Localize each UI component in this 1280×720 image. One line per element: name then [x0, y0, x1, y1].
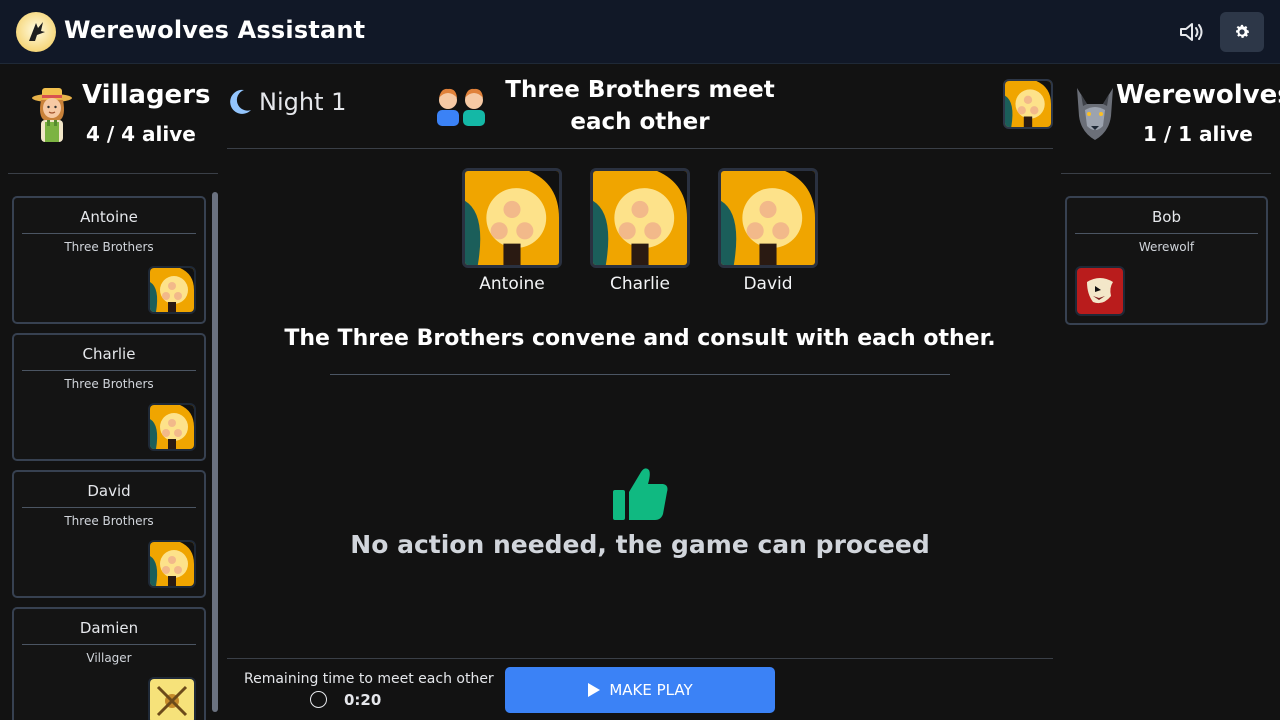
werewolves-header: Werewolves 1 / 1 alive: [1061, 64, 1280, 174]
werewolves-title: Werewolves: [1116, 80, 1280, 110]
three-brothers-role-icon: [148, 540, 196, 588]
player-card[interactable]: Charlie Three Brothers: [12, 333, 206, 461]
app-header: Werewolves Assistant: [0, 0, 1280, 64]
player-role: Three Brothers: [64, 377, 154, 391]
brother-card: David: [718, 168, 818, 294]
phase-bar: Night 1 Three Brothers meet each other: [227, 64, 1053, 149]
brother-name: David: [743, 274, 793, 294]
villager-role-icon: [148, 677, 196, 720]
moon-icon: [230, 89, 251, 114]
player-role: Villager: [86, 651, 132, 665]
three-brothers-role-icon: [148, 403, 196, 451]
villagers-header: Villagers 4 / 4 alive: [8, 64, 218, 174]
brothers-icon: [437, 88, 485, 126]
settings-button[interactable]: [1220, 12, 1264, 52]
player-name: Charlie: [22, 345, 196, 371]
phase-description: The Three Brothers convene and consult w…: [284, 326, 996, 351]
app-title: Werewolves Assistant: [64, 16, 366, 44]
gear-icon: [1236, 24, 1250, 38]
player-card[interactable]: Antoine Three Brothers: [12, 196, 206, 324]
three-brothers-portrait-icon: [718, 168, 818, 268]
villager-player-list[interactable]: Antoine Three Brothers Charlie Three Bro…: [12, 196, 208, 720]
player-card[interactable]: David Three Brothers: [12, 470, 206, 598]
player-list-scrollbar[interactable]: [212, 192, 218, 712]
player-name: Antoine: [22, 208, 196, 234]
player-role: Three Brothers: [64, 240, 154, 254]
brother-card: Charlie: [590, 168, 690, 294]
app-logo: [16, 12, 56, 52]
three-brothers-role-icon: [148, 266, 196, 314]
werewolf-avatar-icon: [1077, 88, 1113, 140]
three-brothers-phase-icon: [1003, 79, 1053, 129]
night-indicator: Night 1: [227, 88, 346, 116]
play-icon: [588, 683, 601, 697]
player-card[interactable]: Damien Villager: [12, 607, 206, 720]
phase-title: Three Brothers meet each other: [505, 77, 775, 135]
brother-name: Antoine: [479, 274, 545, 294]
timer-label: Remaining time to meet each other: [244, 671, 494, 687]
speaker-icon[interactable]: [1174, 14, 1210, 50]
timer-icon: [310, 691, 327, 708]
three-brothers-portrait-icon: [462, 168, 562, 268]
brothers-group: Antoine Charlie David: [462, 168, 818, 296]
timer-value: 0:20: [344, 691, 382, 709]
player-card[interactable]: Bob Werewolf: [1065, 196, 1268, 325]
thumbs-up-icon: [613, 468, 668, 520]
night-label: Night 1: [259, 88, 347, 116]
action-bar: Remaining time to meet each other 0:20 M…: [227, 658, 1053, 720]
make-play-button[interactable]: MAKE PLAY: [505, 667, 775, 713]
werewolves-panel: Werewolves 1 / 1 alive Bob Werewolf: [1053, 64, 1280, 720]
divider: [330, 374, 950, 375]
villager-avatar-icon: [32, 88, 72, 142]
player-role: Werewolf: [1138, 240, 1195, 254]
werewolves-alive-count: 1 / 1 alive: [1143, 122, 1253, 146]
game-main: Night 1 Three Brothers meet each other A…: [227, 64, 1053, 720]
brother-card: Antoine: [462, 168, 562, 294]
status-message: No action needed, the game can proceed: [350, 530, 930, 559]
player-name: Damien: [22, 619, 196, 645]
werewolf-role-icon: [1075, 266, 1125, 316]
player-name: Bob: [1075, 208, 1258, 234]
player-role: Three Brothers: [64, 514, 154, 528]
villagers-title: Villagers: [82, 80, 211, 110]
brother-name: Charlie: [610, 274, 670, 294]
three-brothers-portrait-icon: [590, 168, 690, 268]
villagers-alive-count: 4 / 4 alive: [86, 122, 196, 146]
player-name: David: [22, 482, 196, 508]
villagers-panel: Villagers 4 / 4 alive Antoine Three Brot…: [0, 64, 227, 720]
make-play-label: MAKE PLAY: [609, 681, 693, 699]
